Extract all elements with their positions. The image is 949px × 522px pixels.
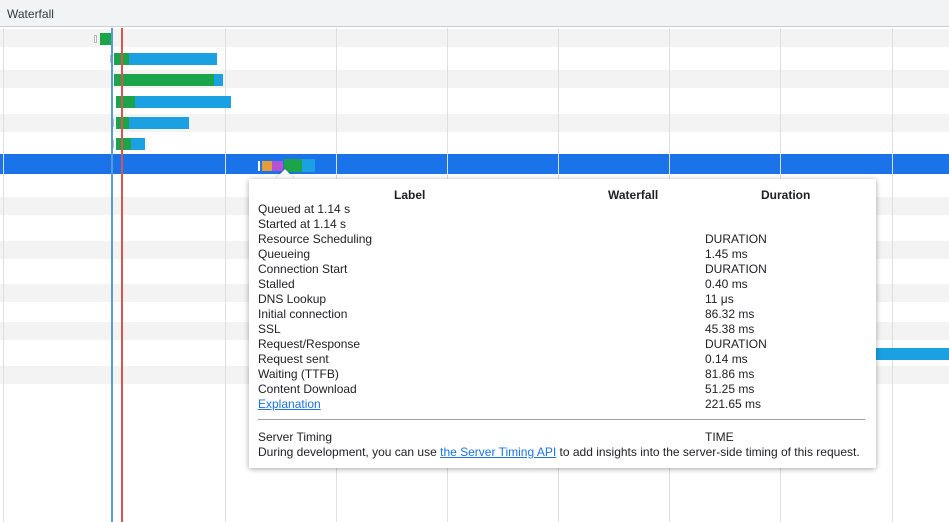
timing-row-value: 0.40 ms [705, 277, 748, 291]
timing-bar-download[interactable] [131, 138, 145, 150]
timing-row-label: Initial connection [258, 307, 348, 321]
timing-row-value: 0.14 ms [705, 352, 748, 366]
load-event-marker [121, 28, 123, 522]
waterfall-row[interactable] [0, 29, 949, 47]
server-timing-note-after: to add insights into the server-side tim… [556, 445, 860, 459]
timing-row-value: 81.86 ms [705, 367, 755, 381]
timing-bar-download[interactable] [135, 96, 231, 108]
timing-bar-download[interactable] [129, 53, 217, 65]
queued-at-text: Queued at 1.14 s [258, 202, 351, 216]
timing-bar-waiting[interactable] [116, 138, 131, 150]
timing-row-label: Request/Response [258, 337, 361, 351]
column-header-waterfall: Waterfall [608, 188, 659, 202]
total-duration: 221.65 ms [705, 397, 762, 411]
timing-row-label: DNS Lookup [258, 292, 327, 306]
timing-row-label: Resource Scheduling [258, 232, 373, 246]
waterfall-title: Waterfall [7, 7, 54, 21]
timing-bar-download[interactable] [214, 74, 223, 86]
timing-row-label: Request sent [258, 352, 329, 366]
timing-bar-download[interactable] [302, 159, 315, 172]
timing-bar-dns[interactable] [262, 161, 272, 171]
timing-row-value: DURATION [705, 232, 767, 246]
server-timing-label: Server Timing [258, 430, 333, 444]
started-at-text: Started at 1.14 s [258, 217, 347, 231]
timing-row-label: Connection Start [258, 262, 348, 276]
timing-row-value: DURATION [705, 337, 767, 351]
timing-popover: Label Waterfall Duration Queued at 1.14 … [249, 179, 876, 468]
timing-row-label: Waiting (TTFB) [258, 367, 339, 381]
timing-bar-download[interactable] [129, 117, 189, 129]
timing-row-value: 86.32 ms [705, 307, 755, 321]
timing-bar-queueing[interactable] [258, 161, 260, 171]
timing-row-value: 11 μs [705, 292, 734, 306]
timing-row-label: SSL [258, 322, 281, 336]
server-timing-time-header: TIME [705, 430, 734, 444]
grid-line [892, 28, 893, 522]
timing-row-value: DURATION [705, 262, 767, 276]
timing-bar-download[interactable] [876, 348, 949, 360]
timing-row-label: Content Download [258, 382, 357, 396]
grid-line [3, 28, 4, 522]
waterfall-row-selected[interactable] [0, 154, 949, 174]
timing-bar-waiting[interactable] [116, 96, 135, 108]
timing-row-value: 45.38 ms [705, 322, 755, 336]
server-timing-api-link[interactable]: the Server Timing API [440, 445, 556, 459]
dom-content-loaded-marker [111, 28, 113, 522]
explanation-link[interactable]: Explanation [258, 397, 321, 411]
divider [258, 419, 865, 420]
timing-row-label: Stalled [258, 277, 295, 291]
timing-row-value: 51.25 ms [705, 382, 755, 396]
timing-tick [94, 35, 97, 43]
server-timing-note: During development, you can use the Serv… [258, 445, 860, 459]
timing-bar-waiting[interactable] [114, 74, 214, 86]
timing-row-label: Queueing [258, 247, 311, 261]
timing-row-value: 1.45 ms [705, 247, 748, 261]
column-header-label: Label [394, 188, 426, 202]
column-header-duration: Duration [761, 188, 811, 202]
waterfall-header[interactable]: Waterfall [0, 0, 949, 27]
timing-bar-ssl[interactable] [272, 161, 283, 171]
server-timing-note-before: During development, you can use [258, 445, 441, 459]
